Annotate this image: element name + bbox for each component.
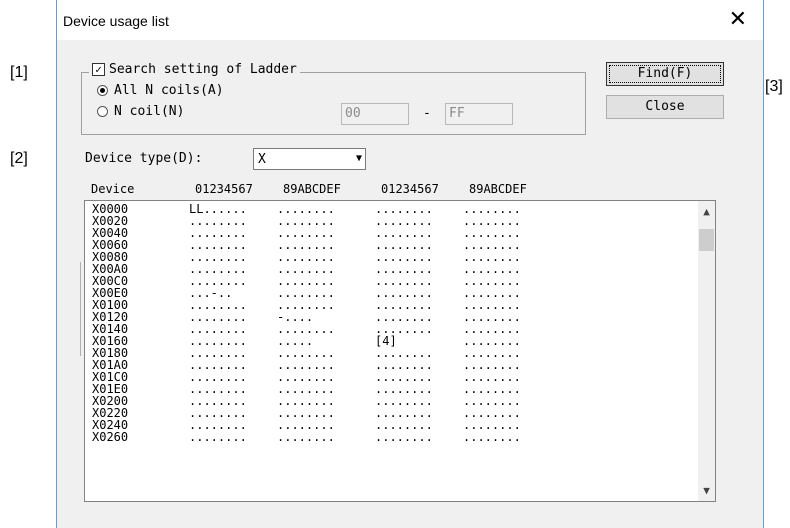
group-cell: ........ (375, 430, 433, 444)
n-coil-label: N coil(N) (114, 104, 185, 119)
chevron-down-icon[interactable]: ▼ (356, 153, 362, 164)
scroll-thumb[interactable] (699, 229, 714, 251)
header-device: Device (91, 182, 135, 196)
header-group-4: 89ABCDEF (469, 182, 527, 196)
list-item[interactable]: X0140................................ (85, 323, 715, 335)
n-coil-option[interactable]: N coil(N) (97, 104, 184, 119)
header-group-1: 01234567 (195, 182, 253, 196)
list-item[interactable]: X0260................................ (85, 431, 715, 443)
group-cell: ........ (277, 430, 335, 444)
close-icon[interactable]: ✕ (729, 6, 747, 32)
all-coils-option[interactable]: All N coils(A) (97, 83, 224, 98)
device-cell: X0260 (92, 430, 129, 444)
callout-3: [3] (765, 78, 783, 95)
find-button[interactable]: Find(F) (606, 62, 724, 86)
device-type-value: X (258, 152, 266, 167)
range-separator: - (423, 106, 431, 121)
vertical-scrollbar[interactable]: ▲ ▼ (698, 201, 715, 501)
callout-2: [2] (10, 150, 28, 167)
coil-range-to-input[interactable]: FF (445, 103, 513, 125)
search-setting-label: Search setting of Ladder (109, 62, 297, 77)
callout-1: [1] (10, 64, 28, 81)
divider (80, 262, 81, 356)
device-usage-dialog: Device usage list ✕ ✓ Search setting of … (56, 0, 764, 528)
title-bar: Device usage list ✕ (57, 0, 763, 40)
list-rows: X0000 LL.............................. X00… (85, 201, 715, 443)
header-group-3: 01234567 (381, 182, 439, 196)
close-button[interactable]: Close (606, 95, 724, 119)
search-setting-legend: ✓ Search setting of Ladder (89, 62, 300, 77)
search-setting-checkbox[interactable]: ✓ (92, 63, 105, 76)
group-cell: ........ (463, 430, 521, 444)
header-group-2: 89ABCDEF (283, 182, 341, 196)
coil-range-from-input[interactable]: 00 (341, 103, 409, 125)
scroll-down-icon[interactable]: ▼ (698, 484, 715, 497)
device-type-select[interactable]: X ▼ (253, 148, 366, 170)
scroll-up-icon[interactable]: ▲ (698, 205, 715, 218)
device-type-label: Device type(D): (85, 151, 203, 166)
all-coils-label: All N coils(A) (114, 83, 224, 98)
dialog-title: Device usage list (63, 13, 169, 29)
all-coils-radio[interactable] (97, 85, 108, 96)
list-header: Device 01234567 89ABCDEF 01234567 89ABCD… (91, 182, 557, 196)
device-usage-list[interactable]: X0000 LL.............................. X00… (84, 200, 716, 502)
n-coil-radio[interactable] (97, 106, 108, 117)
group-cell: ........ (189, 430, 247, 444)
